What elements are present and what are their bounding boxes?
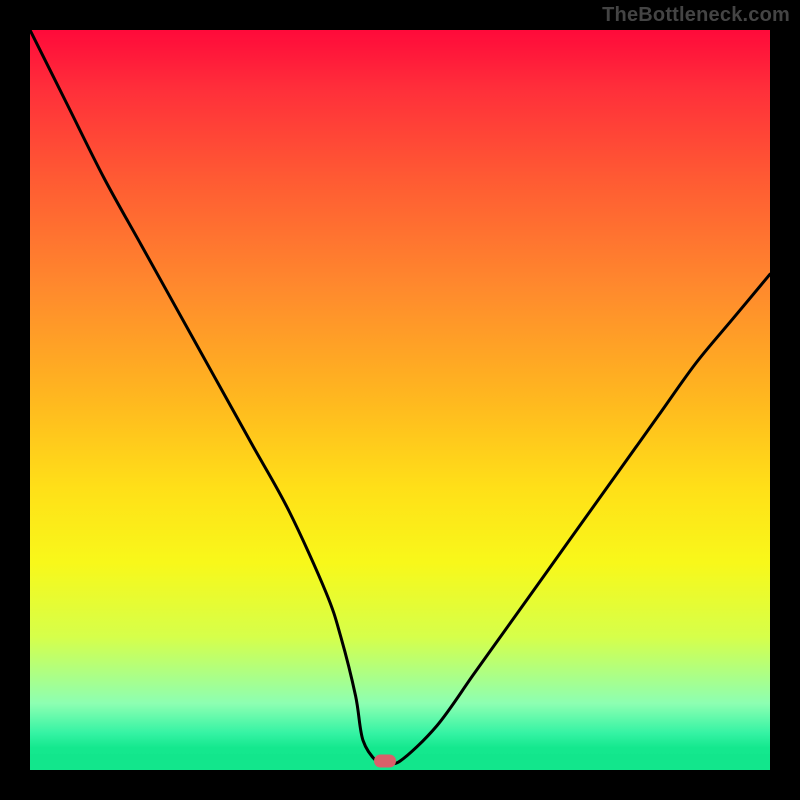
chart-frame: TheBottleneck.com xyxy=(0,0,800,800)
plot-area xyxy=(30,30,770,770)
watermark-text: TheBottleneck.com xyxy=(602,4,790,27)
optimal-point-marker xyxy=(374,755,396,768)
curve-svg xyxy=(30,30,770,770)
bottleneck-curve xyxy=(30,30,770,764)
